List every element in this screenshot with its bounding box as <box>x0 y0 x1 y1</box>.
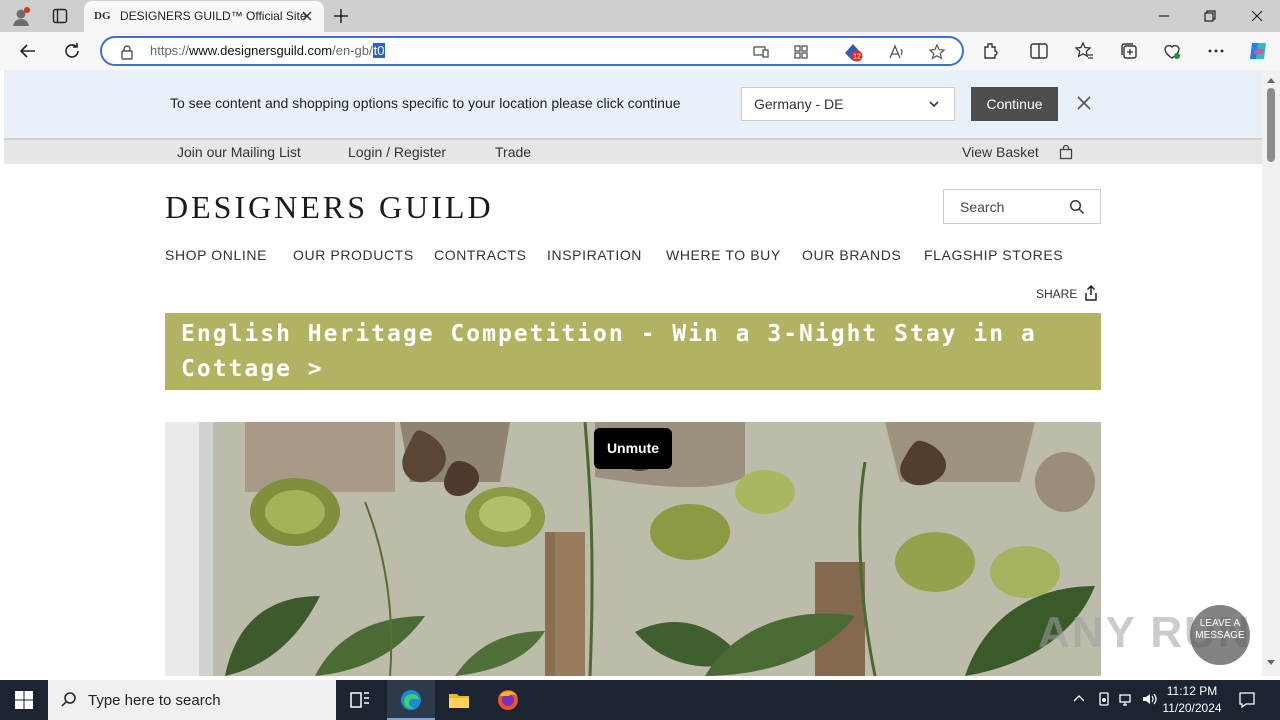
address-bar[interactable]: https://www.designersguild.com/en-gb/t0 … <box>100 36 964 66</box>
windows-taskbar: Type here to search 11:12 PM 11/20/2024 <box>0 680 1280 720</box>
collections-icon[interactable] <box>1119 41 1139 61</box>
trade-link[interactable]: Trade <box>495 144 531 160</box>
folder-icon <box>449 694 469 708</box>
device-icon[interactable] <box>1096 691 1112 707</box>
notifications-icon[interactable] <box>1238 691 1256 709</box>
task-view-icon <box>350 692 369 708</box>
nav-flagship-stores[interactable]: FLAGSHIP STORES <box>924 247 1063 263</box>
page-viewport: To see content and shopping options spec… <box>4 70 1262 676</box>
read-aloud-icon[interactable] <box>888 43 906 61</box>
url-path: /en-gb/ <box>332 43 373 58</box>
more-options-icon[interactable] <box>1206 41 1226 61</box>
share-icon[interactable] <box>1084 285 1098 301</box>
chevron-down-icon <box>929 101 939 108</box>
scroll-down-arrow-icon[interactable] <box>1267 660 1275 665</box>
taskbar-search-icon <box>61 692 76 707</box>
windows-start-icon[interactable] <box>14 690 34 710</box>
taskbar-search-box[interactable]: Type here to search <box>48 680 336 720</box>
location-message: To see content and shopping options spec… <box>170 95 681 111</box>
search-placeholder: Search <box>960 199 1005 215</box>
leave-message-button[interactable]: LEAVE A MESSAGE <box>1190 605 1250 665</box>
close-window-icon[interactable] <box>1247 6 1267 26</box>
tab-title: DESIGNERS GUILD™ Official Site <box>120 9 307 23</box>
copilot-icon[interactable] <box>1246 39 1270 63</box>
taskbar-firefox[interactable] <box>484 680 532 720</box>
country-selected-value: Germany - DE <box>754 96 844 112</box>
url-text[interactable]: https://www.designersguild.com/en-gb/t0 <box>150 43 386 58</box>
volume-icon[interactable] <box>1141 691 1157 707</box>
minimize-icon[interactable] <box>1154 6 1174 26</box>
mailing-list-link[interactable]: Join our Mailing List <box>177 144 301 160</box>
taskbar-file-explorer[interactable] <box>435 680 483 720</box>
taskbar-search-placeholder: Type here to search <box>88 692 221 709</box>
location-banner: To see content and shopping options spec… <box>4 70 1262 138</box>
clock-time: 11:12 PM <box>1166 684 1218 698</box>
utility-bar: Join our Mailing List Login / Register T… <box>4 138 1262 164</box>
browser-tab-bar: DG DESIGNERS GUILD™ Official Site <box>0 0 1280 32</box>
scroll-up-arrow-icon[interactable] <box>1267 78 1275 83</box>
browser-toolbar: https://www.designersguild.com/en-gb/t0 … <box>0 32 1280 70</box>
grid-apps-icon[interactable] <box>792 43 810 61</box>
close-tab-icon[interactable] <box>300 9 314 23</box>
tab-actions-icon[interactable] <box>52 8 68 24</box>
split-screen-icon[interactable] <box>1029 41 1049 61</box>
nav-our-brands[interactable]: OUR BRANDS <box>802 247 901 263</box>
clock-date: 11/20/2024 <box>1162 701 1222 715</box>
restore-icon[interactable] <box>1200 6 1220 26</box>
url-selected-text: t0 <box>372 43 386 58</box>
network-icon[interactable] <box>1118 691 1134 707</box>
continue-button[interactable]: Continue <box>971 87 1058 121</box>
scrollbar-thumb[interactable] <box>1267 88 1275 162</box>
basket-bag-icon[interactable] <box>1059 144 1073 160</box>
refresh-icon[interactable] <box>62 41 82 61</box>
login-register-link[interactable]: Login / Register <box>348 144 446 160</box>
nav-our-products[interactable]: OUR PRODUCTS <box>293 247 414 263</box>
app-available-icon[interactable] <box>752 43 770 61</box>
back-arrow-icon[interactable] <box>18 41 38 61</box>
extension-badge-icon[interactable]: 12 <box>842 41 864 63</box>
new-tab-icon[interactable] <box>331 6 351 26</box>
profile-avatar-icon[interactable] <box>10 6 32 28</box>
country-select[interactable]: Germany - DE <box>741 87 955 121</box>
search-icon[interactable] <box>1069 199 1085 215</box>
task-view-button[interactable] <box>336 680 384 720</box>
show-hidden-icons-icon[interactable] <box>1071 691 1087 707</box>
taskbar-edge-app[interactable] <box>387 680 435 720</box>
site-logo[interactable]: DESIGNERS GUILD <box>165 189 494 226</box>
unmute-button[interactable]: Unmute <box>594 428 672 469</box>
taskbar-clock[interactable]: 11:12 PM 11/20/2024 <box>1160 683 1224 717</box>
nav-shop-online[interactable]: SHOP ONLINE <box>165 247 267 263</box>
extension-badge-count: 12 <box>853 54 861 61</box>
favorite-star-icon[interactable] <box>928 43 946 61</box>
share-label[interactable]: SHARE <box>1036 287 1077 301</box>
extensions-icon[interactable] <box>981 41 1001 61</box>
nav-where-to-buy[interactable]: WHERE TO BUY <box>666 247 781 263</box>
view-basket-link[interactable]: View Basket <box>962 144 1039 160</box>
close-banner-icon[interactable] <box>1076 95 1092 111</box>
edge-browser-icon <box>401 690 421 710</box>
site-favicon: DG <box>94 10 111 22</box>
nav-inspiration[interactable]: INSPIRATION <box>547 247 642 263</box>
nav-contracts[interactable]: CONTRACTS <box>434 247 527 263</box>
url-scheme: https:// <box>150 43 190 58</box>
favorites-icon[interactable] <box>1074 41 1094 61</box>
firefox-icon <box>498 690 518 710</box>
site-search-input[interactable]: Search <box>943 189 1101 224</box>
promo-headline: English Heritage Competition - Win a 3-N… <box>181 321 1037 382</box>
promo-banner[interactable]: English Heritage Competition - Win a 3-N… <box>165 313 1101 390</box>
browser-essentials-icon[interactable] <box>1162 41 1182 61</box>
page-scrollbar[interactable] <box>1262 70 1280 676</box>
lock-icon[interactable] <box>120 44 134 60</box>
browser-tab-active[interactable]: DG DESIGNERS GUILD™ Official Site <box>84 1 324 32</box>
url-domain: www.designersguild.com <box>189 43 333 58</box>
